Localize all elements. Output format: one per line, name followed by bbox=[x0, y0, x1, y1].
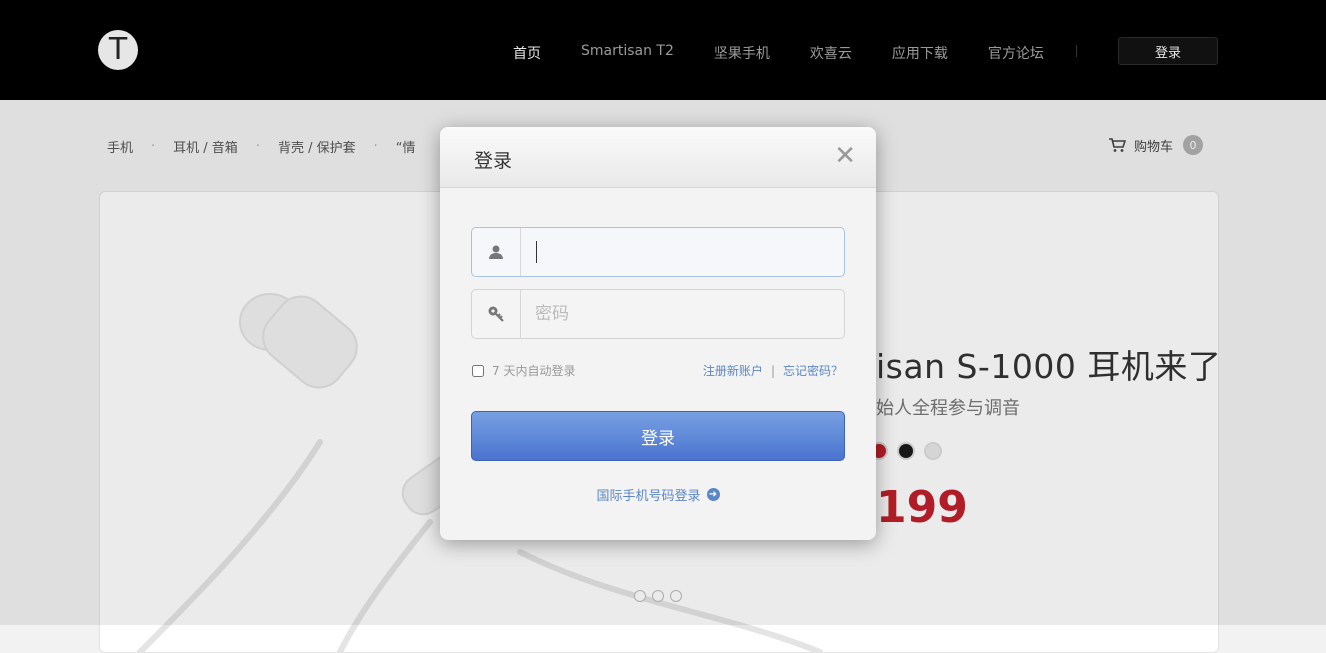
modal-header: 登录 ✕ bbox=[440, 127, 876, 188]
close-icon[interactable]: ✕ bbox=[834, 143, 856, 169]
nav-home[interactable]: 首页 bbox=[513, 43, 541, 63]
password-field bbox=[471, 289, 845, 339]
header-login-button[interactable]: 登录 bbox=[1118, 37, 1218, 65]
main-nav: 首页 Smartisan T2 坚果手机 欢喜云 应用下载 官方论坛 bbox=[513, 43, 1084, 63]
remember-checkbox[interactable] bbox=[472, 364, 484, 377]
nav-divider bbox=[1076, 45, 1077, 57]
top-navbar: T 首页 Smartisan T2 坚果手机 欢喜云 应用下载 官方论坛 登录 bbox=[0, 0, 1326, 100]
nav-app-download[interactable]: 应用下载 bbox=[892, 43, 948, 63]
nav-nut-phone[interactable]: 坚果手机 bbox=[714, 43, 770, 63]
username-input[interactable] bbox=[521, 228, 844, 276]
arrow-right-icon: ➜ bbox=[706, 488, 720, 501]
register-link[interactable]: 注册新账户 bbox=[703, 362, 763, 379]
password-input[interactable] bbox=[521, 290, 844, 338]
login-modal: 登录 ✕ 7 天内自动登录 注册新账户 | 忘记密码？ 登录 国际手机号码登录 … bbox=[440, 127, 876, 540]
nav-smartisan-t2[interactable]: Smartisan T2 bbox=[581, 43, 674, 63]
link-separator: | bbox=[770, 363, 775, 378]
brand-logo[interactable]: T bbox=[98, 30, 138, 70]
intl-login-label: 国际手机号码登录 bbox=[596, 489, 701, 504]
key-icon bbox=[472, 290, 521, 338]
remember-me[interactable]: 7 天内自动登录 bbox=[472, 362, 575, 379]
user-icon bbox=[472, 228, 521, 276]
nav-cloud[interactable]: 欢喜云 bbox=[810, 43, 852, 63]
intl-phone-login-link[interactable]: 国际手机号码登录 ➜ bbox=[440, 485, 876, 504]
text-caret bbox=[536, 241, 537, 263]
account-links: 注册新账户 | 忘记密码？ bbox=[703, 362, 843, 379]
nav-forum[interactable]: 官方论坛 bbox=[988, 43, 1044, 63]
modal-title: 登录 bbox=[474, 150, 513, 172]
login-submit-button[interactable]: 登录 bbox=[471, 411, 845, 461]
forgot-password-link[interactable]: 忘记密码？ bbox=[783, 362, 843, 379]
remember-label: 7 天内自动登录 bbox=[492, 364, 576, 378]
username-field bbox=[471, 227, 845, 277]
